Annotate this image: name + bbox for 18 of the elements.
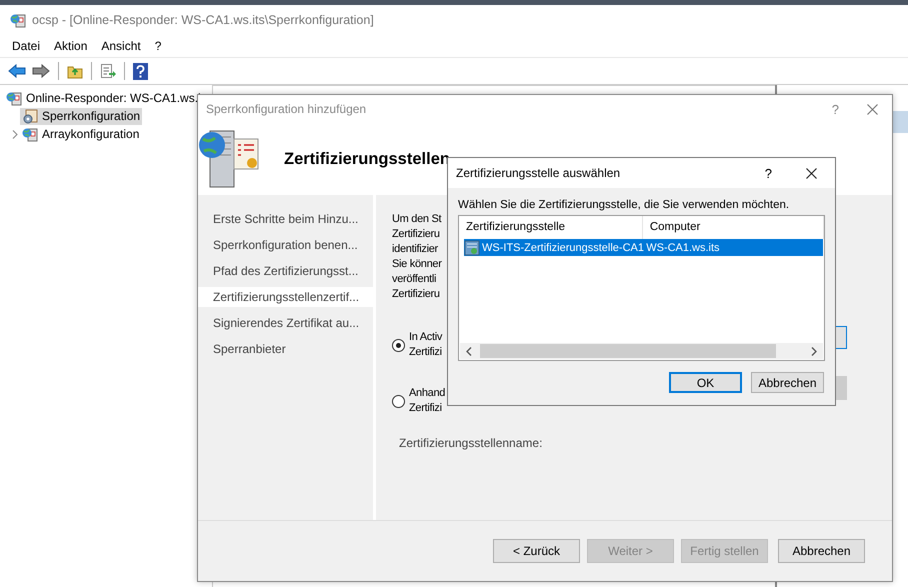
list-cell: WS-CA1.ws.its — [646, 242, 720, 254]
description-text: Zertifizieru — [392, 227, 440, 242]
instruction-text: Wählen Sie die Zertifizierungsstelle, die Sie verwenden möchten. — [458, 199, 790, 211]
list-cell: WS-ITS-Zertifizierungsstelle-CA1 — [482, 242, 644, 254]
description-text: Um den St — [392, 212, 442, 227]
window-title: ocsp - [Online-Responder: WS-CA1.ws.its\Sperrkonfiguration] — [32, 13, 374, 27]
radio-label: In Activ — [409, 330, 442, 345]
description-text: Sie könner — [392, 257, 442, 272]
description-text: Zertifizieru — [392, 287, 440, 302]
field-label: Zertifizierungsstellenname: — [398, 436, 544, 450]
description-text: veröffentli — [392, 272, 436, 287]
radio-label: Zertifizi — [409, 401, 442, 416]
description-text: identifizier — [392, 242, 438, 257]
dialog-title: Zertifizierungsstelle auswählen — [456, 166, 622, 180]
dialog-title: Sperrkonfiguration hinzufügen — [206, 102, 368, 116]
radio-label: Anhand — [409, 386, 446, 401]
wizard-heading: Zertifizierungsstellen — [284, 150, 450, 168]
radio-label: Zertifizi — [409, 345, 442, 360]
